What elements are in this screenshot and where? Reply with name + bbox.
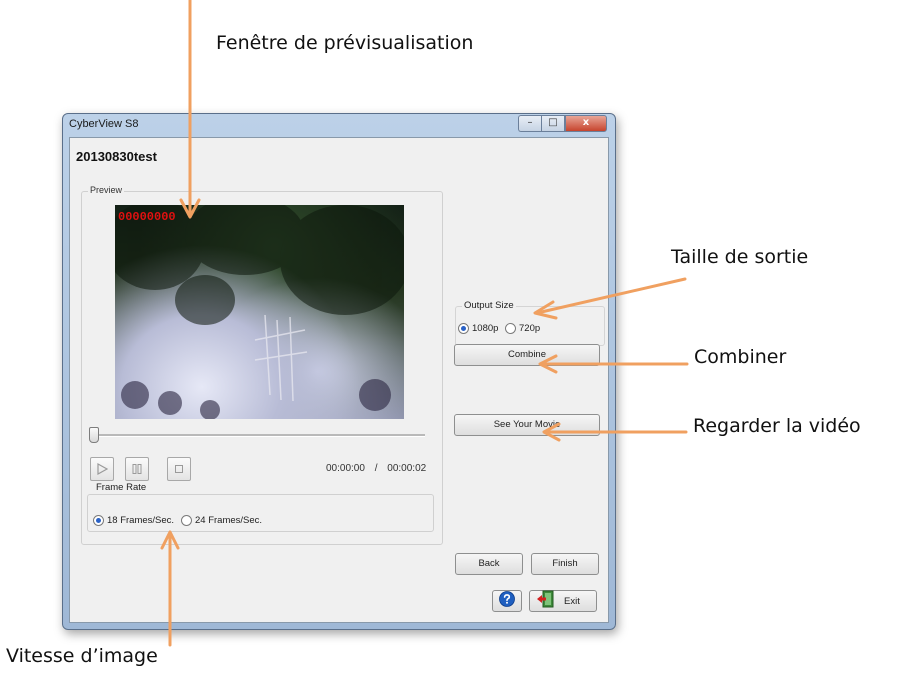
pause-icon xyxy=(131,460,143,479)
play-icon xyxy=(96,460,109,479)
window-controls: – □ x xyxy=(518,115,607,132)
annotation-preview-window: Fenêtre de prévisualisation xyxy=(216,32,474,54)
radio-selected-icon xyxy=(93,515,104,526)
frame-rate-option-label: 18 Frames/Sec. xyxy=(107,515,175,526)
maximize-button[interactable]: □ xyxy=(541,115,565,132)
frame-rate-option-24[interactable]: 24 Frames/Sec. xyxy=(181,510,262,529)
frame-counter: 00000000 xyxy=(118,210,176,224)
annotation-output-size: Taille de sortie xyxy=(671,246,809,268)
close-button[interactable]: x xyxy=(565,115,607,132)
preview-group-label: Preview xyxy=(88,185,125,195)
time-current: 00:00:00 xyxy=(326,463,365,474)
frame-rate-option-label: 24 Frames/Sec. xyxy=(195,515,263,526)
stop-icon xyxy=(173,460,185,479)
output-size-option-1080p[interactable]: 1080p xyxy=(458,318,498,337)
dialog-client-area: 20130830test Preview 00000000 00:00:00 /… xyxy=(69,137,609,623)
finish-button[interactable]: Finish xyxy=(531,553,599,575)
project-title: 20130830test xyxy=(76,149,157,164)
help-icon xyxy=(499,591,515,611)
video-preview: 00000000 xyxy=(115,205,404,419)
app-window: CyberView S8 – □ x 20130830test Preview xyxy=(62,113,616,630)
exit-button[interactable]: Exit xyxy=(529,590,597,612)
stop-button[interactable] xyxy=(167,457,191,481)
time-separator: / xyxy=(374,463,378,474)
output-size-option-label: 720p xyxy=(519,323,541,334)
exit-door-icon xyxy=(536,590,554,612)
window-title: CyberView S8 xyxy=(69,118,139,130)
radio-selected-icon xyxy=(458,323,469,334)
frame-rate-option-18[interactable]: 18 Frames/Sec. xyxy=(93,510,174,529)
see-your-movie-button[interactable]: See Your Movie xyxy=(454,414,600,436)
radio-unselected-icon xyxy=(505,323,516,334)
combine-button[interactable]: Combine xyxy=(454,344,600,366)
frame-rate-group-label: Frame Rate xyxy=(94,482,149,493)
output-size-option-label: 1080p xyxy=(472,323,499,334)
minimize-button[interactable]: – xyxy=(518,115,541,132)
play-button[interactable] xyxy=(90,457,114,481)
radio-unselected-icon xyxy=(181,515,192,526)
annotation-frame-rate: Vitesse d’image xyxy=(6,645,158,667)
output-size-option-720p[interactable]: 720p xyxy=(505,318,540,337)
timeline-track[interactable] xyxy=(90,434,425,437)
timeline-slider-handle[interactable] xyxy=(89,427,99,443)
annotation-combine: Combiner xyxy=(694,346,787,368)
pause-button[interactable] xyxy=(125,457,149,481)
back-button[interactable]: Back xyxy=(455,553,523,575)
annotation-watch-video: Regarder la vidéo xyxy=(693,415,861,437)
time-total: 00:00:02 xyxy=(387,463,427,474)
output-size-group-label: Output Size xyxy=(462,300,516,311)
video-scene xyxy=(115,205,404,419)
help-button[interactable] xyxy=(492,590,522,612)
exit-button-label: Exit xyxy=(564,595,580,607)
timecode: 00:00:00 / 00:00:02 xyxy=(326,463,426,474)
